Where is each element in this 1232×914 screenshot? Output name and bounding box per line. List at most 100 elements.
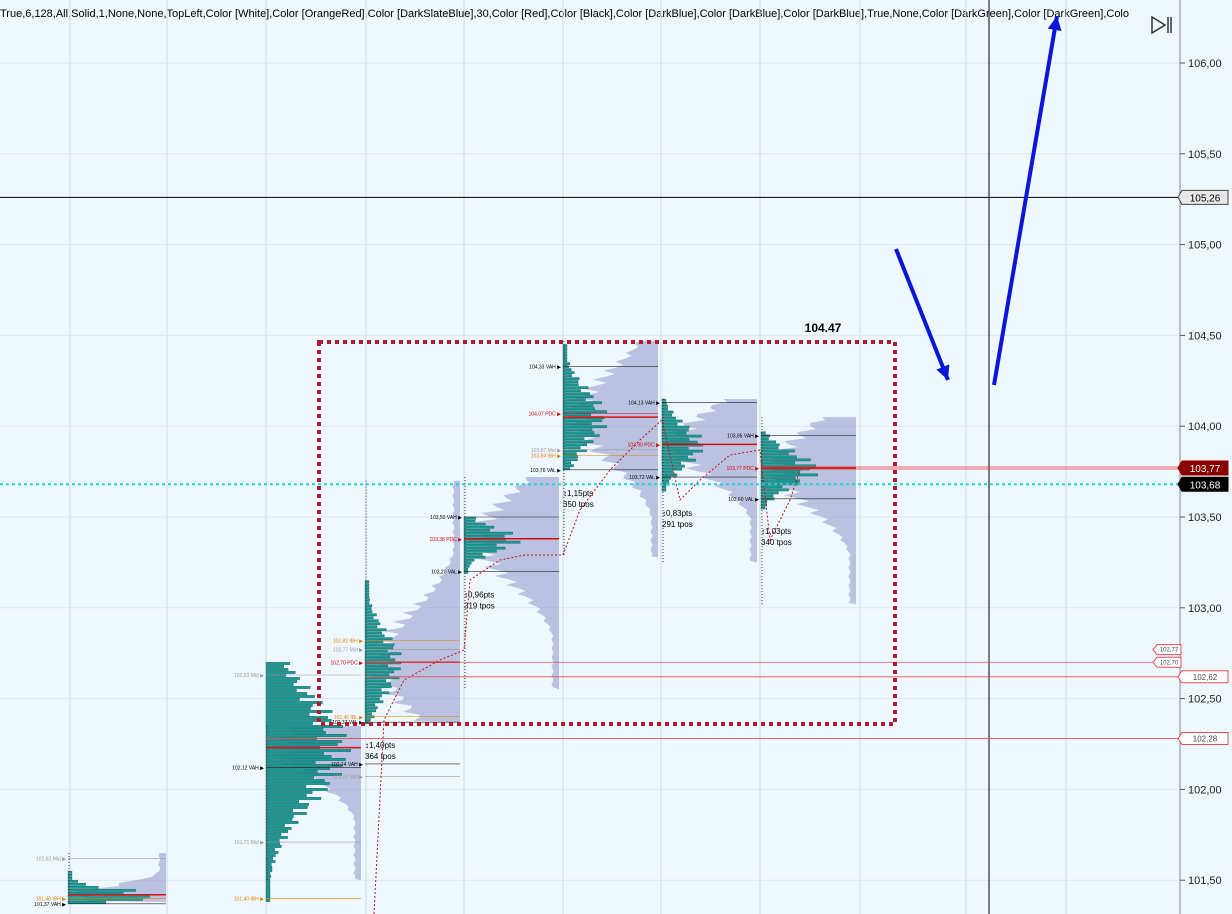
tpo-bar — [364, 709, 377, 713]
price-marker-label: 103,77 — [1190, 464, 1221, 475]
tpo-bar — [760, 452, 789, 456]
price-axis: 106,00 105,50 105,00 104,50 104,00 103,50 103,… — [1152, 0, 1232, 914]
tpo-bar — [364, 703, 376, 707]
price-axis-bg — [1180, 0, 1232, 914]
tpo-bar — [265, 752, 324, 755]
tpo-bar — [364, 598, 370, 602]
tpo-bar — [562, 437, 585, 441]
tpo-bar — [661, 425, 690, 429]
tpo-bar — [364, 580, 370, 584]
tpo-bar — [562, 383, 579, 387]
tpo-bar — [364, 634, 385, 638]
tpo-bar — [364, 586, 370, 590]
tpo-bar — [463, 540, 521, 544]
price-tick-label: 105,00 — [1188, 240, 1222, 252]
tpo-bar — [265, 833, 282, 836]
price-tick-label: 105,50 — [1188, 149, 1222, 161]
tpo-bar — [661, 473, 678, 477]
tpo-bar — [661, 422, 678, 426]
level-label: 103,60 VAL ▶ — [728, 497, 759, 503]
tpo-bar — [562, 380, 579, 384]
tpo-bar — [562, 458, 578, 462]
tpo-bar — [265, 887, 271, 890]
volume-histogram — [266, 725, 361, 881]
tpo-bar — [760, 443, 780, 447]
level-label: 104,13 VAH ▶ — [628, 401, 660, 407]
tpo-bar — [562, 452, 577, 456]
tpo-bar — [265, 749, 351, 752]
tpo-bar — [265, 890, 271, 893]
level-label: 103,77 PDC ▶ — [727, 466, 760, 472]
tpo-bar — [265, 815, 294, 818]
tpo-bar — [364, 610, 373, 614]
tpo-bar — [265, 803, 309, 806]
market-profile-chart[interactable]: 101,62 Mid ▶ 101,40 IBH ▶ 101,37 VAH ▶ 102,… — [0, 0, 1232, 914]
price-marker-label: 103,68 — [1190, 480, 1221, 491]
tpo-bar — [463, 558, 475, 562]
tpo-bar — [265, 851, 279, 854]
tpo-bar — [364, 589, 370, 593]
tpo-bar — [364, 667, 401, 671]
tpo-bar — [265, 734, 347, 737]
level-label: 102,70 PDC ▶ — [331, 660, 364, 666]
tpo-bar — [265, 893, 271, 896]
tpo-bar — [760, 461, 795, 465]
tpo-bar — [265, 689, 297, 692]
tpo-bar — [463, 528, 490, 532]
tpo-bar — [364, 628, 387, 632]
price-marker-label: 102,77 — [1160, 648, 1179, 654]
tpo-bar — [562, 371, 575, 375]
level-label: 104,07 PDC ▶ — [529, 411, 562, 417]
tpo-bar — [265, 671, 296, 674]
tpo-bar — [562, 443, 588, 447]
price-tick-label: 104,50 — [1188, 330, 1222, 342]
tpo-bar — [364, 694, 382, 698]
tpo-bar — [562, 377, 580, 381]
tpo-bar — [265, 776, 314, 779]
highlight-box-label: 104.47 — [805, 321, 842, 335]
tpo-bar — [265, 899, 271, 902]
tpo-bar — [67, 900, 107, 904]
level-label: 101,71 Mid ▶ — [234, 840, 264, 846]
tpo-bar — [265, 698, 300, 701]
tpo-bar — [265, 812, 307, 815]
tpo-bar — [463, 543, 497, 547]
tpo-bar — [463, 564, 470, 568]
level-label: 102,07 Mid ▶ — [333, 775, 363, 781]
tpo-bar — [364, 595, 370, 599]
tpo-bar — [67, 888, 137, 892]
tpo-bar — [760, 473, 818, 477]
tpo-bar — [265, 788, 328, 791]
tpo-bar — [463, 531, 513, 535]
price-tick-label: 103,50 — [1188, 512, 1222, 524]
tpo-bar — [760, 479, 800, 483]
tpo-bar — [364, 658, 396, 662]
tpo-bar — [265, 683, 294, 686]
tpo-bar — [265, 722, 313, 725]
tpo-bar — [265, 701, 323, 704]
tpo-bar — [265, 839, 280, 842]
tpo-bar — [265, 662, 291, 665]
tpo-bar — [364, 700, 384, 704]
tpo-bar — [661, 467, 683, 471]
tpo-bar — [265, 806, 308, 809]
tpo-bar — [265, 785, 307, 788]
tpo-bar — [67, 882, 86, 886]
tpo-bar — [364, 616, 374, 620]
tpo-bar — [463, 567, 469, 571]
level-label: 102,77 Mid ▶ — [333, 648, 363, 654]
tpo-bar — [364, 664, 388, 668]
tpo-bar — [661, 452, 693, 456]
tpo-bar — [364, 655, 391, 659]
level-label: 102,12 VAH ▶ — [232, 766, 264, 772]
tpo-bar — [364, 712, 372, 716]
tpo-bar — [265, 704, 313, 707]
tpo-bar — [463, 519, 476, 523]
range-label: ↕1,15pts — [563, 489, 593, 498]
tpo-bar — [265, 761, 316, 764]
tpo-bar — [364, 601, 370, 605]
tpo-bar — [364, 685, 392, 689]
tpo-bar — [364, 706, 378, 710]
level-label: 101,62 Mid ▶ — [36, 856, 66, 862]
tpo-bar — [364, 619, 379, 623]
